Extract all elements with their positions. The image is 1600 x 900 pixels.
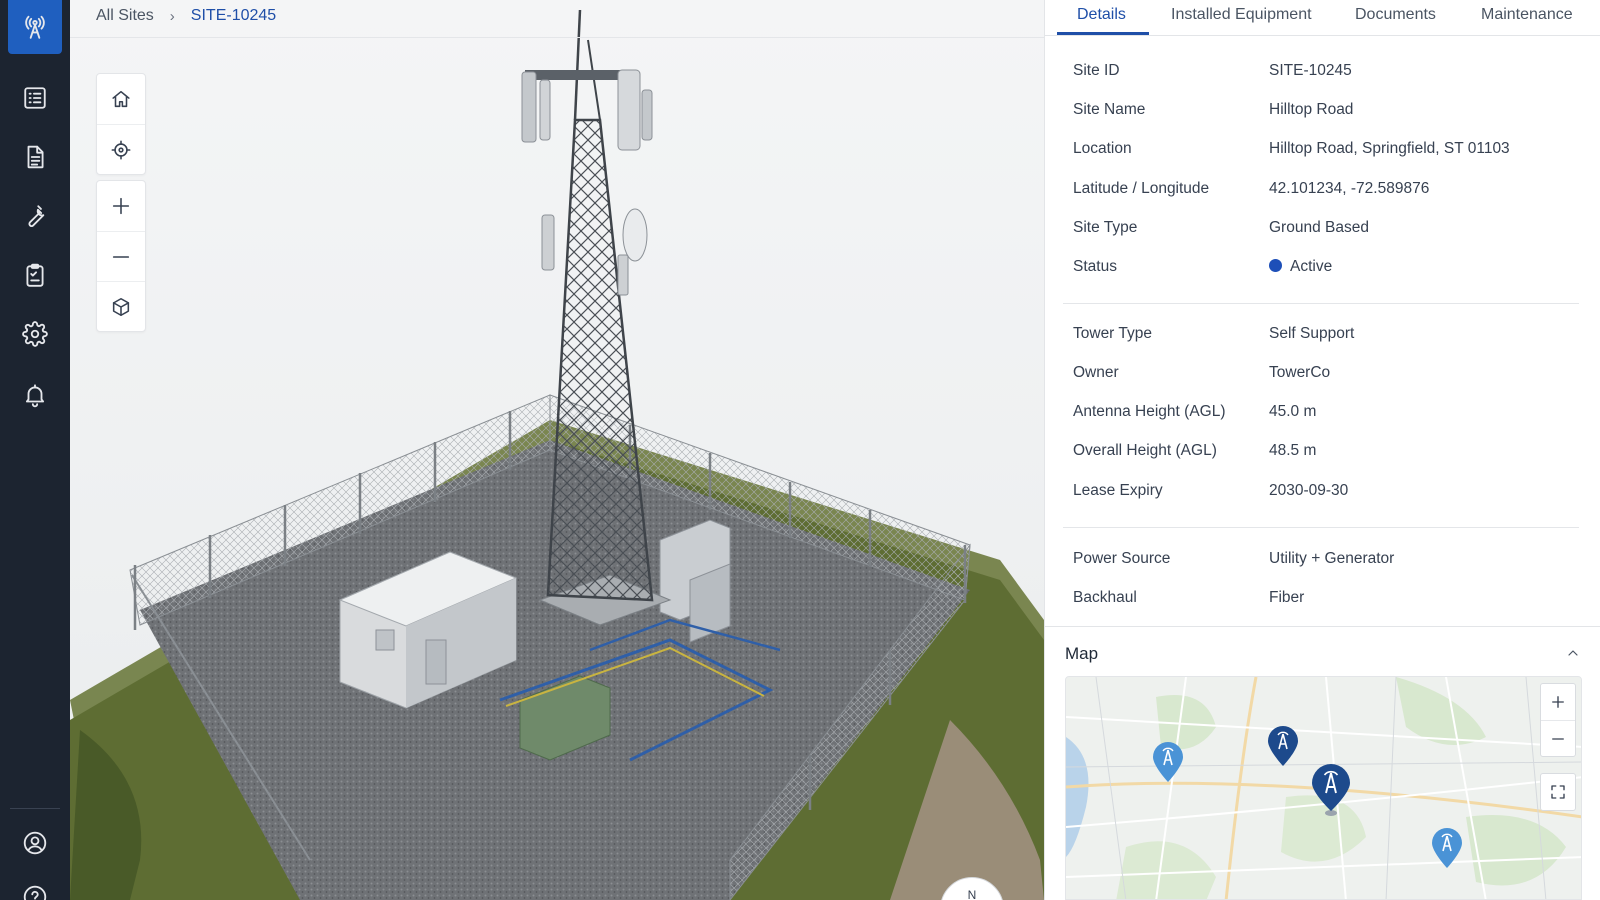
map-section-divider bbox=[1045, 626, 1600, 627]
locate-button[interactable] bbox=[97, 124, 145, 174]
detail-label: Lease Expiry bbox=[1073, 482, 1163, 499]
detail-value: Ground Based bbox=[1269, 219, 1369, 236]
active-tab-indicator bbox=[1057, 32, 1149, 35]
app-logo[interactable] bbox=[8, 0, 62, 54]
sidebar-item-tasks[interactable] bbox=[15, 255, 55, 295]
site-3d-viewer[interactable]: All Sites › SITE-10245 N bbox=[70, 0, 1044, 900]
tower-site-3d-model[interactable] bbox=[70, 0, 1044, 900]
map-pin-site[interactable] bbox=[1430, 827, 1464, 869]
zoom-in-icon bbox=[1552, 696, 1564, 708]
cube-icon bbox=[112, 297, 130, 316]
help-icon bbox=[23, 885, 47, 900]
tab-installed-equipment[interactable]: Installed Equipment bbox=[1171, 6, 1312, 36]
zoom-in-button[interactable] bbox=[97, 181, 145, 231]
detail-value: Fiber bbox=[1269, 589, 1305, 606]
app-sidebar bbox=[0, 0, 70, 900]
status-badge: Active bbox=[1269, 258, 1332, 276]
detail-value: Self Support bbox=[1269, 325, 1355, 342]
detail-label: Site Type bbox=[1073, 219, 1138, 236]
detail-value: Hilltop Road bbox=[1269, 101, 1354, 118]
compass-north-label: N bbox=[967, 888, 977, 900]
site-details-panel: Details Installed Equipment Documents Ma… bbox=[1044, 0, 1600, 900]
sidebar-divider bbox=[10, 808, 60, 809]
viewer-zoom-tools bbox=[96, 180, 146, 332]
sidebar-item-sites-list[interactable] bbox=[15, 78, 55, 118]
breadcrumb-current-site[interactable]: SITE-10245 bbox=[191, 7, 276, 25]
section-divider bbox=[1063, 527, 1579, 528]
sidebar-item-documents[interactable] bbox=[15, 137, 55, 177]
zoom-out-button[interactable] bbox=[97, 231, 145, 281]
detail-label: Owner bbox=[1073, 364, 1119, 381]
tab-documents[interactable]: Documents bbox=[1355, 6, 1436, 36]
detail-value: Hilltop Road, Springfield, ST 01103 bbox=[1269, 140, 1510, 157]
map-zoom-in-button[interactable] bbox=[1541, 684, 1575, 720]
tab-maintenance[interactable]: Maintenance bbox=[1481, 6, 1573, 36]
detail-label: Status bbox=[1073, 258, 1117, 275]
sidebar-item-settings[interactable] bbox=[15, 314, 55, 354]
map-collapse-button[interactable] bbox=[1565, 645, 1585, 665]
detail-label: Tower Type bbox=[1073, 325, 1152, 342]
detail-label: Location bbox=[1073, 140, 1132, 157]
map-fullscreen-control bbox=[1540, 773, 1576, 811]
map-section-title: Map bbox=[1065, 644, 1099, 663]
viewer-nav-tools bbox=[96, 73, 146, 175]
chevron-up-icon bbox=[1568, 650, 1578, 656]
detail-value: TowerCo bbox=[1269, 364, 1331, 381]
detail-label: Site ID bbox=[1073, 62, 1120, 79]
home-view-button[interactable] bbox=[97, 74, 145, 124]
breadcrumb: All Sites › SITE-10245 bbox=[96, 4, 276, 28]
panel-tabs: Details Installed Equipment Documents Ma… bbox=[1045, 0, 1600, 36]
list-icon bbox=[24, 87, 46, 109]
detail-value: Utility + Generator bbox=[1269, 550, 1395, 567]
detail-value: SITE-10245 bbox=[1269, 62, 1352, 79]
detail-value: 45.0 m bbox=[1269, 403, 1317, 420]
zoom-out-icon bbox=[1552, 737, 1564, 740]
bell-icon bbox=[25, 384, 45, 408]
map-zoom-out-button[interactable] bbox=[1541, 720, 1575, 756]
gear-icon bbox=[22, 321, 48, 347]
viewer-top-divider bbox=[70, 37, 1044, 38]
detail-label: Power Source bbox=[1073, 550, 1171, 567]
breadcrumb-chevron-icon: › bbox=[169, 7, 175, 25]
detail-value: 42.101234, -72.589876 bbox=[1269, 180, 1430, 197]
detail-label: Backhaul bbox=[1073, 589, 1137, 606]
clipboard-icon bbox=[26, 263, 44, 287]
breadcrumb-all-sites[interactable]: All Sites bbox=[96, 7, 154, 25]
home-icon bbox=[112, 90, 130, 108]
zoom-in-icon bbox=[112, 197, 130, 215]
map-pin-site[interactable] bbox=[1151, 741, 1185, 783]
zoom-out-icon bbox=[112, 255, 130, 258]
map-fullscreen-button[interactable] bbox=[1541, 774, 1575, 810]
user-circle-icon bbox=[23, 831, 47, 855]
status-text: Active bbox=[1290, 258, 1333, 275]
detail-label: Antenna Height (AGL) bbox=[1073, 403, 1226, 420]
sidebar-item-profile[interactable] bbox=[15, 823, 55, 863]
detail-label: Latitude / Longitude bbox=[1073, 180, 1210, 197]
map-pin-site[interactable] bbox=[1266, 725, 1300, 767]
locate-icon bbox=[111, 140, 131, 159]
detail-label: Site Name bbox=[1073, 101, 1146, 118]
map-zoom-controls bbox=[1540, 683, 1576, 757]
fullscreen-icon bbox=[1551, 785, 1565, 799]
wrench-icon bbox=[28, 205, 45, 227]
site-location-map[interactable] bbox=[1065, 676, 1582, 900]
cell-tower-icon bbox=[25, 15, 45, 39]
detail-label: Overall Height (AGL) bbox=[1073, 442, 1217, 459]
status-dot-icon bbox=[1269, 259, 1282, 272]
section-divider bbox=[1063, 303, 1579, 304]
detail-value: 48.5 m bbox=[1269, 442, 1317, 459]
sidebar-item-help[interactable] bbox=[15, 877, 55, 900]
3d-view-button[interactable] bbox=[97, 281, 145, 331]
detail-value: 2030-09-30 bbox=[1269, 482, 1349, 499]
document-icon bbox=[27, 145, 44, 169]
sidebar-item-maintenance[interactable] bbox=[15, 196, 55, 236]
sidebar-item-notifications[interactable] bbox=[15, 375, 55, 415]
map-pin-current-site[interactable] bbox=[1310, 763, 1352, 817]
